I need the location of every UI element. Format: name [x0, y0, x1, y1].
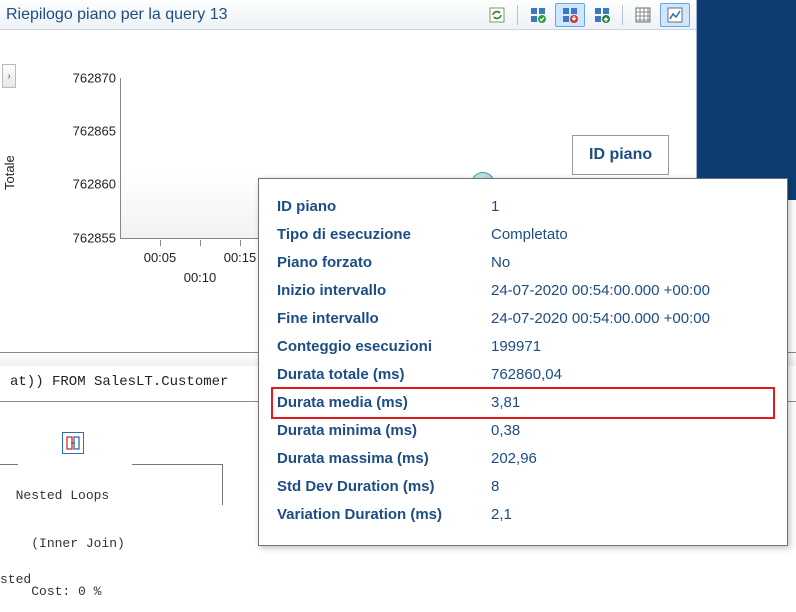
grid-icon — [635, 7, 651, 23]
y-tick: 762870 — [56, 71, 116, 86]
play-check-icon — [530, 7, 546, 23]
plan-op-name — [0, 488, 16, 503]
tooltip-row: Tipo di esecuzioneCompletato — [277, 221, 769, 249]
replay-asc-icon — [594, 7, 610, 23]
plan-fragment: sted ales — [0, 540, 47, 612]
nested-loops-icon — [62, 432, 84, 454]
tooltip-row: Conteggio esecuzioni199971 — [277, 333, 769, 361]
x-tick-mark — [160, 240, 161, 246]
tooltip-row: ID piano1 — [277, 193, 769, 221]
chevron-right-icon: › — [7, 71, 10, 82]
y-tick: 762855 — [56, 231, 116, 246]
grid-view-button[interactable] — [628, 3, 658, 27]
y-tick: 762865 — [56, 123, 116, 138]
tooltip-row: Inizio intervallo24-07-2020 00:54:00.000… — [277, 277, 769, 305]
y-tick: 762860 — [56, 176, 116, 191]
toolbar — [482, 3, 696, 27]
tooltip-row: Piano forzatoNo — [277, 249, 769, 277]
tooltip-row: Durata massima (ms)202,96 — [277, 445, 769, 473]
x-tick: 00:05 — [144, 250, 177, 265]
replay-desc-button[interactable] — [555, 3, 585, 27]
tooltip-row-highlight: Durata media (ms)3,81 — [273, 389, 773, 417]
y-axis-ticks: 762870 762865 762860 762855 — [56, 78, 116, 238]
desktop-background — [697, 0, 796, 200]
y-axis-label: Totale — [2, 155, 17, 190]
replay-asc-button[interactable] — [587, 3, 617, 27]
window-title: Riepilogo piano per la query 13 — [6, 6, 482, 24]
plan-connector — [132, 464, 223, 505]
x-tick-mark — [200, 240, 201, 246]
refresh-button[interactable] — [482, 3, 512, 27]
tooltip-row: Variation Duration (ms)2,1 — [277, 501, 769, 529]
replay-desc-icon — [562, 7, 578, 23]
legend: ID piano — [572, 135, 669, 175]
x-tick: 00:15 — [224, 250, 257, 265]
chart-icon — [667, 7, 683, 23]
toolbar-separator — [517, 5, 518, 25]
plan-summary-tooltip: ID piano1 Tipo di esecuzioneCompletato P… — [258, 178, 788, 546]
x-tick-mark — [240, 240, 241, 246]
collapse-handle[interactable]: › — [2, 64, 16, 88]
x-tick: 00:10 — [184, 270, 217, 285]
toolbar-separator — [622, 5, 623, 25]
tooltip-row: Std Dev Duration (ms)8 — [277, 473, 769, 501]
tooltip-row: Durata minima (ms)0,38 — [277, 417, 769, 445]
chart-view-button[interactable] — [660, 3, 690, 27]
play-check-button[interactable] — [523, 3, 553, 27]
app-root: Riepilogo piano per la query 13 — [0, 0, 796, 612]
tooltip-row: Durata totale (ms)762860,04 — [277, 361, 769, 389]
titlebar: Riepilogo piano per la query 13 — [0, 0, 696, 30]
tooltip-row: Fine intervallo24-07-2020 00:54:00.000 +… — [277, 305, 769, 333]
refresh-icon — [489, 7, 505, 23]
